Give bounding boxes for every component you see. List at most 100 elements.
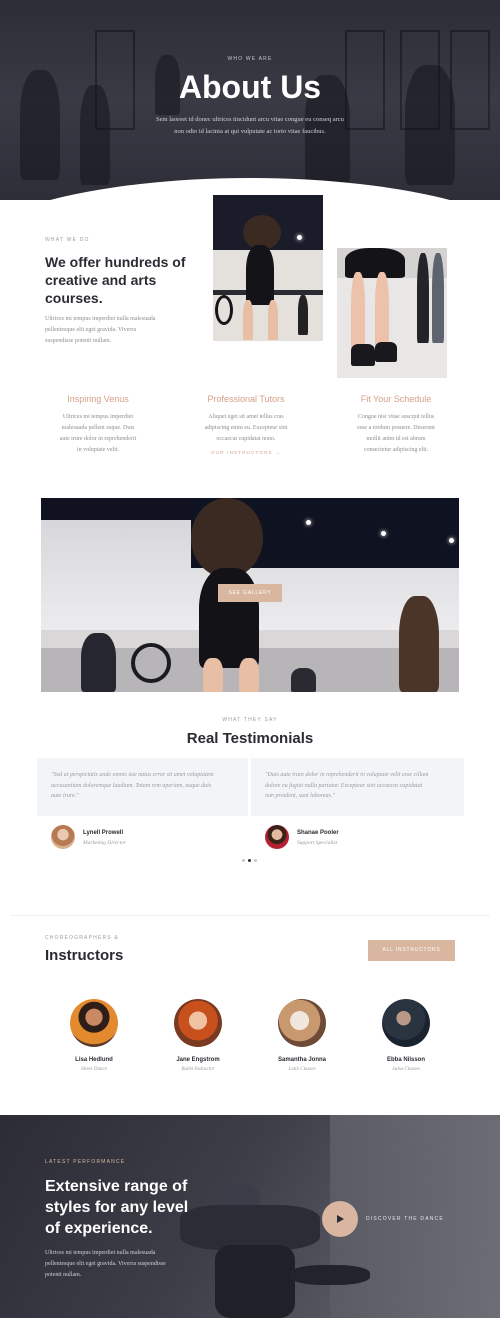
feature-text-line: malesuada pellent esque. Duis: [61, 425, 135, 431]
feature-text-line: adipiscing enim eu. Excepteur sint: [204, 425, 288, 431]
testimonial-card: "Sed ut perspiciatis unde omnis iste nat…: [37, 758, 248, 816]
performance-heading-line: Extensive range of: [45, 1178, 188, 1195]
see-gallery-button[interactable]: SEE GALLERY: [218, 584, 282, 602]
performance-dancer-torso: [180, 1205, 320, 1250]
instructor-role: Latin Classes: [288, 1067, 316, 1072]
performance-heading-line: styles for any level: [45, 1199, 189, 1216]
gallery-light: [381, 531, 386, 536]
gallery-background-dancer: [81, 633, 116, 692]
feature-title: Fit Your Schedule: [360, 394, 432, 404]
instructor-role: Street Dance: [81, 1067, 107, 1072]
performance-section: LATEST PERFORMANCE Extensive range of st…: [0, 1115, 500, 1318]
photo-dancer-leg: [268, 300, 278, 340]
feature-text: Aliquet eget sit amet tellus cras adipis…: [188, 412, 304, 445]
gallery-light: [449, 538, 454, 543]
feature-text-line: Aliquet eget sit amet tellus cras: [208, 414, 284, 420]
carousel-dot[interactable]: [254, 859, 257, 862]
hero-section: WHO WE ARE About Us Sem laoreet id donec…: [0, 0, 500, 200]
instructor-role: Salsa Classes: [392, 1067, 420, 1072]
performance-dancer-legs: [215, 1245, 295, 1318]
intro-heading: We offer hundreds of creative and arts c…: [45, 253, 186, 307]
feature-text-line: Congue nisi vitae suscipit tellus: [357, 414, 435, 420]
performance-text-line: Ultrices mi tempus imperdiet nulla males…: [45, 1250, 156, 1256]
feature-item: Inspiring Venus Ultrices mi tempus imper…: [40, 394, 156, 456]
intro-eyebrow: WHAT WE DO: [45, 237, 90, 243]
instructors-eyebrow: CHOREOGRAPHERS &: [45, 935, 119, 941]
testimonial-quote-line: dolore eu fugiat nulla pariatur. Excepte…: [265, 782, 423, 789]
instructor-photo[interactable]: [278, 999, 326, 1047]
photo-background-figure: [298, 295, 308, 335]
intro-heading-line: courses.: [45, 290, 103, 306]
gallery-dancer-leg: [203, 658, 223, 692]
testimonial-quote-line: "Sed ut perspiciatis unde omnis iste nat…: [51, 772, 214, 778]
hero-text-line: Sem laoreet id donec ultrices tincidunt …: [156, 116, 344, 123]
carousel-dot[interactable]: [242, 859, 245, 862]
performance-dancer-leg: [290, 1265, 370, 1285]
instructor-name: Lisa Hedlund: [75, 1057, 113, 1063]
intro-text-line: suspendisse potenti nullam.: [45, 338, 112, 344]
gallery-banner: SEE GALLERY: [41, 498, 459, 692]
instructors-title: Instructors: [45, 947, 124, 964]
testimonial-quote-line: aute irure.": [51, 793, 79, 799]
performance-heading: Extensive range of styles for any level …: [45, 1176, 188, 1239]
photo-hoop: [215, 295, 233, 325]
testimonial-quote-line: "Duis aute irure dolor in reprehenderit …: [265, 772, 429, 778]
performance-heading-line: of experience.: [45, 1220, 153, 1237]
feature-text-line: aute irure dolor in reprehenderit: [59, 436, 137, 442]
feature-text-line: Ultrices mi tempus imperdiet: [62, 414, 134, 420]
feature-text-line: occaecat cupidatat nono.: [216, 436, 276, 442]
photo-boot: [351, 344, 375, 366]
instructor-name: Ebba Nilsson: [386, 1057, 425, 1063]
testimonial-author-role: Support Specialist: [297, 840, 338, 846]
instructor-role: Ballet Instructor: [181, 1067, 215, 1072]
intro-text-line: Ultrices mi tempus imperdiet nulla males…: [45, 316, 156, 322]
play-icon: [337, 1215, 344, 1223]
performance-eyebrow: LATEST PERFORMANCE: [45, 1159, 126, 1165]
gallery-light: [306, 520, 311, 525]
performance-text: Ultrices mi tempus imperdiet nulla males…: [45, 1248, 166, 1281]
intro-heading-line: We offer hundreds of: [45, 254, 186, 270]
testimonials-eyebrow: WHAT THEY SAY: [222, 717, 278, 723]
testimonials-title: Real Testimonials: [186, 730, 314, 747]
photo-leg: [351, 272, 365, 352]
testimonial-author-name: Shanae Pooler: [297, 830, 339, 836]
intro-text-line: pellentesque elit eget gravida. Viverra: [45, 327, 136, 333]
gallery-background-dancer: [399, 596, 439, 692]
our-instructors-link[interactable]: OUR INSTRUCTORS →: [188, 450, 304, 455]
testimonial-card: "Duis aute irure dolor in reprehenderit …: [251, 758, 464, 816]
feature-item: Professional Tutors Aliquet eget sit ame…: [188, 394, 304, 455]
hero-eyebrow: WHO WE ARE: [227, 56, 273, 62]
intro-photo-boots: [337, 248, 447, 378]
photo-boot: [375, 342, 397, 362]
testimonial-quote-line: non proident, sunt laboreas.": [265, 793, 335, 799]
feature-text: Congue nisi vitae suscipit tellus esse a…: [338, 412, 454, 456]
discover-dance-link[interactable]: DISCOVER THE DANCE: [366, 1216, 444, 1222]
hero-text-line: non odio id lacinia at qui vulputate ac …: [174, 128, 326, 135]
avatar: [265, 825, 289, 849]
instructor-name: Samantha Jonna: [277, 1057, 326, 1063]
instructor-photo[interactable]: [70, 999, 118, 1047]
instructor-photo[interactable]: [382, 999, 430, 1047]
gallery-dancer-leg: [239, 658, 259, 692]
feature-title: Professional Tutors: [207, 394, 285, 404]
intro-photo-dancer: [213, 195, 323, 341]
gallery-hoop: [131, 643, 171, 683]
photo-light: [297, 235, 302, 240]
play-video-button[interactable]: [322, 1201, 358, 1237]
feature-title: Inspiring Venus: [67, 394, 129, 404]
intro-heading-line: creative and arts: [45, 272, 157, 288]
photo-background-leg: [432, 253, 444, 343]
instructor-photo[interactable]: [174, 999, 222, 1047]
feature-text: Ultrices mi tempus imperdiet malesuada p…: [40, 412, 156, 456]
all-instructors-button[interactable]: ALL INSTRUCTORS: [368, 940, 455, 961]
carousel-dot-active[interactable]: [248, 859, 251, 862]
feature-text-line: consectetur adipiscing elit.: [363, 447, 429, 453]
testimonial-author-role: Marketing Director: [83, 840, 127, 846]
instructor-name: Jane Engstrom: [176, 1057, 220, 1063]
performance-text-line: potenti nullam.: [45, 1272, 82, 1278]
feature-text-line: mollit anim id est abrum: [366, 436, 426, 442]
photo-background-leg: [417, 253, 429, 343]
intro-text: Ultrices mi tempus imperdiet nulla males…: [45, 314, 155, 347]
feature-item: Fit Your Schedule Congue nisi vitae susc…: [338, 394, 454, 456]
feature-text-line: esse a iordum posuere. Deserunt: [357, 425, 435, 431]
